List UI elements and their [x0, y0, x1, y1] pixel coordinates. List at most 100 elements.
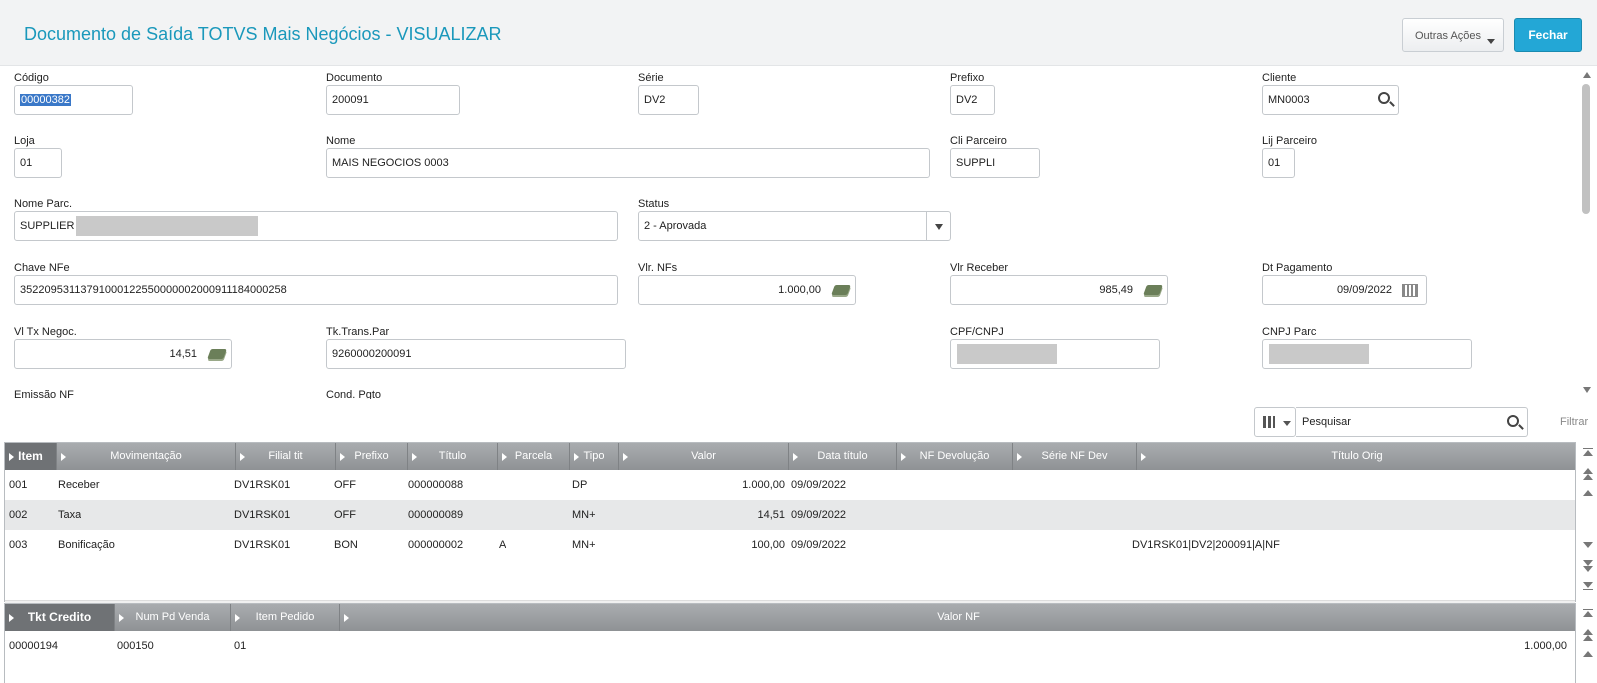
nome-field[interactable]: MAIS NEGOCIOS 0003	[326, 148, 930, 178]
vl-tx-negoc-label: Vl Tx Negoc.	[14, 326, 77, 338]
page-up-icon[interactable]	[1583, 635, 1593, 641]
col-header[interactable]: Tkt Credito	[5, 604, 115, 631]
chave-nfe-field[interactable]: 3522095311379100012255000000200091118400…	[14, 275, 618, 305]
cliente-value: MN0003	[1268, 94, 1310, 106]
nome-parc-field[interactable]: SUPPLIER	[14, 211, 618, 241]
table-cell: 01	[234, 640, 247, 652]
grid-header: Tkt Credito Num Pd Venda Item Pedido Val…	[5, 604, 1575, 631]
serie-field[interactable]: DV2	[638, 85, 699, 115]
row-up-icon[interactable]	[1583, 490, 1593, 496]
form-scrollbar[interactable]	[1578, 66, 1597, 399]
cliente-field[interactable]: MN0003	[1262, 85, 1399, 115]
grid-header: Item Movimentação Filial tit Prefixo Tít…	[5, 443, 1575, 470]
col-header[interactable]: Data título	[789, 443, 897, 470]
table-cell: 09/09/2022	[791, 539, 847, 551]
chevron-down-icon	[1283, 421, 1291, 426]
table-row[interactable]: 003 Bonificação DV1RSK01 BON 000000002 A…	[5, 530, 1575, 560]
table-row[interactable]: 00000194 000150 01 1.000,00	[5, 631, 1575, 661]
first-row-icon[interactable]	[1583, 609, 1593, 610]
table-cell: A	[499, 539, 507, 551]
table-cell: 09/09/2022	[791, 509, 847, 521]
search-icon[interactable]	[1507, 415, 1519, 427]
page-down-icon[interactable]	[1583, 566, 1593, 572]
scrollbar-thumb[interactable]	[1582, 84, 1590, 214]
first-row-icon[interactable]	[1583, 450, 1593, 456]
col-header[interactable]: Parcela	[498, 443, 570, 470]
prefixo-field[interactable]: DV2	[950, 85, 995, 115]
loja-label: Loja	[14, 135, 35, 147]
filtrar-link[interactable]: Filtrar	[1560, 416, 1588, 428]
col-header[interactable]: Valor NF	[340, 604, 1577, 631]
col-header[interactable]: Título	[408, 443, 498, 470]
form-panel: Código 00000382 Documento 200091 Série D…	[0, 66, 1578, 399]
scroll-up-icon[interactable]	[1583, 72, 1591, 78]
col-header[interactable]: Movimentação	[57, 443, 236, 470]
search-input[interactable]: Pesquisar	[1296, 407, 1528, 437]
vlr-receber-value: 985,49	[1099, 284, 1133, 296]
cli-parceiro-field[interactable]: SUPPLI	[950, 148, 1040, 178]
last-row-icon[interactable]	[1583, 582, 1593, 588]
table-cell: DV1RSK01	[234, 539, 291, 551]
col-header[interactable]: Prefixo	[336, 443, 408, 470]
columns-button[interactable]	[1254, 407, 1296, 437]
status-select[interactable]: 2 - Aprovada	[638, 211, 951, 241]
col-header[interactable]: NF Devolução	[897, 443, 1013, 470]
cpf-cnpj-label: CPF/CNPJ	[950, 326, 1004, 338]
dt-pagamento-label: Dt Pagamento	[1262, 262, 1333, 274]
scroll-down-icon[interactable]	[1583, 387, 1591, 393]
table-cell: 003	[9, 539, 28, 551]
vl-tx-negoc-field[interactable]: 14,51	[14, 339, 232, 369]
grid-nav-buttons	[1579, 603, 1597, 683]
table-cell: 100,00	[751, 539, 785, 551]
chevron-down-icon[interactable]	[926, 212, 950, 240]
outras-acoes-button[interactable]: Outras Ações	[1402, 18, 1504, 52]
page-title: Documento de Saída TOTVS Mais Negócios -…	[24, 24, 502, 44]
codigo-label: Código	[14, 72, 49, 84]
lj-parceiro-field[interactable]: 01	[1262, 148, 1295, 178]
table-cell: Bonificação	[58, 539, 115, 551]
col-header[interactable]: Tipo	[570, 443, 619, 470]
tk-trans-par-field[interactable]: 9260000200091	[326, 339, 626, 369]
table-cell: MN+	[572, 539, 596, 551]
vlr-receber-field[interactable]: 985,49	[950, 275, 1168, 305]
col-header[interactable]: Item Pedido	[231, 604, 340, 631]
status-value: 2 - Aprovada	[644, 220, 707, 232]
col-header[interactable]: Item	[5, 443, 57, 470]
tkt-credito-grid: Tkt Credito Num Pd Venda Item Pedido Val…	[4, 603, 1576, 683]
cpf-cnpj-field[interactable]	[950, 339, 1160, 369]
first-row-icon[interactable]	[1583, 611, 1593, 617]
codigo-field[interactable]: 00000382	[14, 85, 133, 115]
last-row-icon[interactable]	[1583, 589, 1593, 590]
loja-field[interactable]: 01	[14, 148, 62, 178]
table-cell: 002	[9, 509, 28, 521]
chevron-down-icon	[1487, 39, 1495, 44]
dt-pagamento-field[interactable]: 09/09/2022	[1262, 275, 1427, 305]
chave-nfe-label: Chave NFe	[14, 262, 70, 274]
table-row[interactable]: 002 Taxa DV1RSK01 OFF 000000089 MN+ 14,5…	[5, 500, 1575, 530]
page-up-icon[interactable]	[1583, 474, 1593, 480]
calendar-icon[interactable]	[1402, 284, 1418, 297]
col-header[interactable]: Valor	[619, 443, 789, 470]
vlr-receber-label: Vlr Receber	[950, 262, 1009, 274]
col-header[interactable]: Série NF Dev	[1013, 443, 1137, 470]
table-row[interactable]: 001 Receber DV1RSK01 OFF 000000088 DP 1.…	[5, 470, 1575, 500]
col-header[interactable]: Num Pd Venda	[115, 604, 231, 631]
search-icon[interactable]	[1378, 92, 1390, 104]
vlr-nfs-field[interactable]: 1.000,00	[638, 275, 856, 305]
fechar-button[interactable]: Fechar	[1514, 18, 1582, 52]
row-down-icon[interactable]	[1583, 542, 1593, 548]
vlr-nfs-label: Vlr. NFs	[638, 262, 678, 274]
table-cell: 001	[9, 479, 28, 491]
col-header[interactable]: Filial tit	[236, 443, 336, 470]
col-header[interactable]: Título Orig	[1137, 443, 1577, 470]
table-cell: 1.000,00	[1524, 640, 1567, 652]
outras-acoes-label: Outras Ações	[1415, 30, 1482, 42]
documento-field[interactable]: 200091	[326, 85, 460, 115]
table-cell: 00000194	[9, 640, 58, 652]
lj-parceiro-label: Lij Parceiro	[1262, 135, 1318, 147]
row-up-icon[interactable]	[1583, 651, 1593, 657]
first-row-icon[interactable]	[1583, 448, 1593, 449]
cnpj-parc-field[interactable]	[1262, 339, 1472, 369]
nome-parc-value: SUPPLIER	[20, 220, 75, 232]
prefixo-label: Prefixo	[950, 72, 985, 84]
